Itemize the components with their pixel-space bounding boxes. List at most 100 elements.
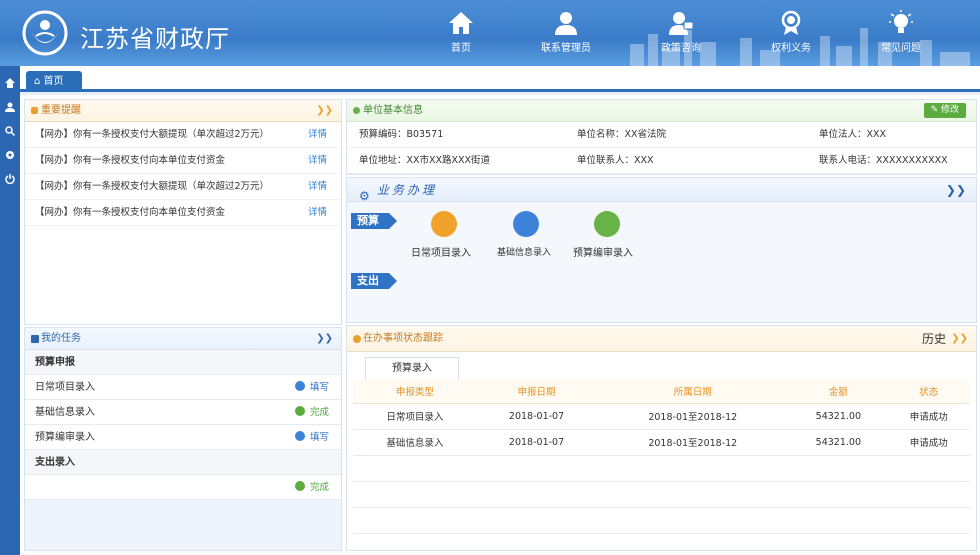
nav-contact-admin[interactable]: 联系管理员	[526, 10, 606, 54]
reminder-item: 【网办】你有一条授权支付向本单位支付资金 详情	[25, 148, 341, 174]
task-panel: 我的任务 ❯❯ 预算申报 日常项目录入 填写 基础信息录入 完成 预算编审录入 …	[24, 327, 342, 551]
basic-info-entry-label[interactable]: 基础信息录入	[497, 245, 551, 258]
reminder-item: 【网办】你有一条授权支付大额提现（单次超过2万元） 详情	[25, 122, 341, 148]
clock-icon	[353, 335, 361, 343]
tab-budget-entry[interactable]: 预算录入	[365, 357, 459, 379]
reminder-detail-link[interactable]: 详情	[308, 148, 327, 174]
table-row-empty	[353, 455, 970, 482]
top-header: 江苏省财政厅 首页 联系管理员 政策咨询 权利义务 常见问题	[0, 0, 980, 66]
reminder-item: 【网办】你有一条授权支付向本单位支付资金 详情	[25, 200, 341, 226]
column-header: 申报类型	[353, 379, 477, 404]
check-icon	[294, 481, 305, 491]
cell-period: 2018-01至2018-12	[596, 403, 790, 430]
business-panel: ⚙ 业务办理 ❯❯ 预算 日常项目录入 基础信息录入 预算编审录入 支出	[346, 177, 977, 323]
tracking-header: 在办事项状态跟踪 历史 ❯❯	[347, 326, 976, 352]
reminder-text: 【网办】你有一条授权支付大额提现（单次超过2万元）	[35, 129, 270, 140]
tracking-panel: 在办事项状态跟踪 历史 ❯❯ 预算录入 申报类型 申报日期 所属日期 金额 状态…	[346, 325, 977, 551]
task-done-action[interactable]: 完成	[294, 475, 329, 500]
task-done-action[interactable]: 完成	[294, 400, 329, 425]
unit-info-header: 单位基本信息 ✎ 修改	[347, 100, 976, 122]
sidebar-user[interactable]	[0, 96, 20, 120]
sidebar-logout[interactable]	[0, 168, 20, 192]
sidebar-settings[interactable]	[0, 144, 20, 168]
contact-phone: 联系人电话：XXXXXXXXXXX	[819, 155, 948, 166]
task-item: 基础信息录入 完成	[25, 400, 341, 425]
task-item: 预算编审录入 填写	[25, 425, 341, 450]
cell-apply-date: 2018-01-07	[476, 429, 597, 456]
home-icon: ⌂	[34, 76, 41, 87]
more-icon[interactable]: ❯❯	[946, 178, 966, 202]
tab-home[interactable]: ⌂ 首页	[26, 71, 82, 92]
cell-type: 基础信息录入	[353, 429, 477, 456]
history-link[interactable]: 历史	[922, 326, 946, 352]
reminder-text: 【网办】你有一条授权支付向本单位支付资金	[35, 207, 226, 218]
edit-icon	[294, 431, 305, 441]
daily-project-entry-label[interactable]: 日常项目录入	[411, 244, 471, 259]
home-icon	[5, 78, 15, 88]
nav-rights-duties[interactable]: 权利义务	[751, 10, 831, 54]
sidebar-home[interactable]	[0, 72, 20, 96]
table-header-row: 申报类型 申报日期 所属日期 金额 状态	[353, 379, 970, 404]
business-header: ⚙ 业务办理 ❯❯	[347, 178, 976, 203]
unit-info-row: 单位地址：XX市XX路XXX街道 单位联系人：XXX 联系人电话：XXXXXXX…	[347, 148, 976, 174]
power-icon	[5, 174, 15, 185]
tool-icon: ⚙	[359, 189, 370, 203]
cell-amount: 54321.00	[789, 429, 888, 456]
task-fill-action[interactable]: 填写	[294, 375, 329, 400]
tracking-title: 在办事项状态跟踪	[363, 333, 443, 344]
tab-bar: ⌂ 首页	[20, 66, 980, 92]
nav-faq-label: 常见问题	[881, 43, 921, 54]
lightbulb-icon	[889, 10, 913, 33]
reminder-title: 重要提醒	[41, 105, 81, 116]
nav-policy-consult[interactable]: 政策咨询	[641, 10, 721, 54]
task-group-expense: 支出录入	[25, 450, 341, 475]
task-label: 基础信息录入	[35, 407, 95, 418]
table-row-empty	[353, 507, 970, 534]
check-icon	[294, 406, 305, 416]
unit-contact: 单位联系人：XXX	[577, 155, 654, 166]
reminder-detail-link[interactable]: 详情	[308, 174, 327, 200]
edit-icon	[294, 381, 305, 391]
cell-amount: 54321.00	[789, 403, 888, 430]
budget-review-entry-icon[interactable]	[594, 211, 620, 237]
legal-person: 单位法人：XXX	[819, 129, 887, 140]
basic-info-entry-icon[interactable]	[513, 211, 539, 237]
cell-status: 申请成功	[887, 403, 970, 430]
more-icon[interactable]: ❯❯	[316, 100, 333, 122]
unit-info-panel: 单位基本信息 ✎ 修改 预算编码：B03571 单位名称：XX省法院 单位法人：…	[346, 99, 977, 175]
nav-home[interactable]: 首页	[421, 10, 501, 54]
reminder-detail-link[interactable]: 详情	[308, 200, 327, 226]
edit-button[interactable]: ✎ 修改	[923, 103, 966, 118]
task-label: 日常项目录入	[35, 382, 95, 393]
budget-review-entry-label[interactable]: 预算编审录入	[573, 244, 633, 259]
cell-status: 申请成功	[887, 429, 970, 456]
reminder-header: 重要提醒 ❯❯	[25, 100, 341, 122]
main-content: 重要提醒 ❯❯ 【网办】你有一条授权支付大额提现（单次超过2万元） 详情 【网办…	[20, 95, 980, 555]
nav-faq[interactable]: 常见问题	[861, 10, 941, 54]
nav-policy-consult-label: 政策咨询	[661, 43, 701, 54]
table-row-empty	[353, 481, 970, 508]
more-icon[interactable]: ❯❯	[951, 326, 968, 352]
reminder-detail-link[interactable]: 详情	[308, 122, 327, 148]
table-row[interactable]: 日常项目录入 2018-01-07 2018-01至2018-12 54321.…	[353, 403, 970, 430]
budget-code: 预算编码：B03571	[359, 129, 444, 140]
nav-contact-admin-label: 联系管理员	[541, 43, 591, 54]
user-icon	[5, 102, 15, 112]
info-icon	[353, 107, 360, 114]
cell-period: 2018-01至2018-12	[596, 429, 790, 456]
reminder-text: 【网办】你有一条授权支付大额提现（单次超过2万元）	[35, 181, 270, 192]
sidebar-search[interactable]	[0, 120, 20, 144]
business-title: 业务办理	[377, 183, 438, 197]
more-icon[interactable]: ❯❯	[316, 328, 333, 350]
task-title: 我的任务	[41, 333, 81, 344]
daily-project-entry-icon[interactable]	[431, 211, 457, 237]
nav-home-label: 首页	[451, 43, 471, 54]
table-row[interactable]: 基础信息录入 2018-01-07 2018-01至2018-12 54321.…	[353, 429, 970, 456]
column-header: 状态	[887, 379, 970, 404]
task-fill-action[interactable]: 填写	[294, 425, 329, 450]
left-sidebar	[0, 66, 20, 555]
reminder-item: 【网办】你有一条授权支付大额提现（单次超过2万元） 详情	[25, 174, 341, 200]
task-group-budget: 预算申报	[25, 350, 341, 375]
budget-ribbon: 预算	[351, 213, 397, 229]
tab-home-label: 首页	[43, 76, 64, 87]
